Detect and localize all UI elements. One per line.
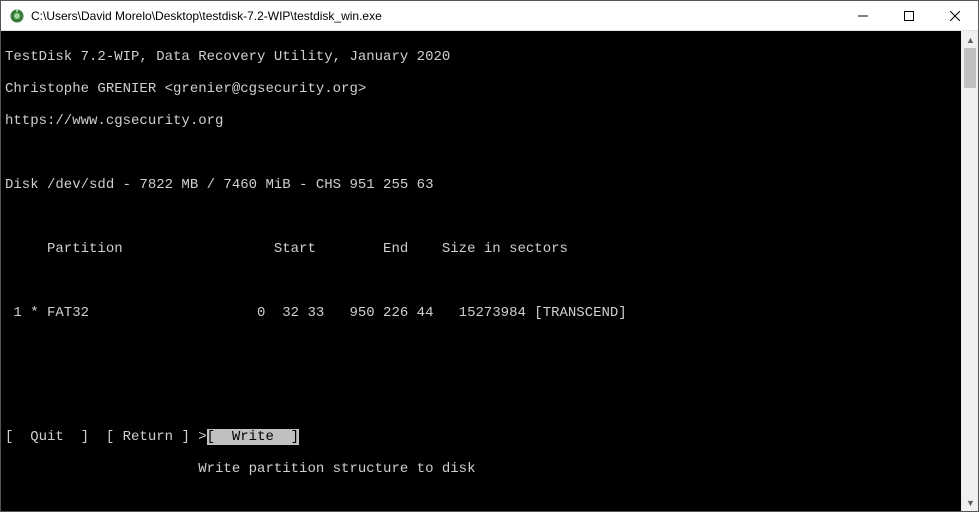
menu-write[interactable]: [ Write ] [207,429,299,445]
scroll-down-arrow[interactable]: ▼ [962,494,979,511]
scroll-up-arrow[interactable]: ▲ [962,31,979,48]
menu-quit[interactable]: [ Quit ] [5,429,89,445]
app-window: C:\Users\David Morelo\Desktop\testdisk-7… [0,0,979,512]
menu-row: [ Quit ] [ Return ] >[ Write ] [5,429,961,445]
app-icon [9,8,25,24]
terminal[interactable]: TestDisk 7.2-WIP, Data Recovery Utility,… [1,31,961,511]
close-button[interactable] [932,1,978,31]
vertical-scrollbar[interactable]: ▲ ▼ [961,31,978,511]
hint-line: Write partition structure to disk [5,461,961,477]
client-area: TestDisk 7.2-WIP, Data Recovery Utility,… [1,31,978,511]
titlebar: C:\Users\David Morelo\Desktop\testdisk-7… [1,1,978,31]
partition-row: 1 * FAT32 0 32 33 950 226 44 15273984 [T… [5,305,961,321]
scroll-thumb[interactable] [964,48,976,88]
disk-line: Disk /dev/sdd - 7822 MB / 7460 MiB - CHS… [5,177,961,193]
menu-selection-marker: > [198,429,206,445]
menu-return[interactable]: [ Return ] [106,429,190,445]
window-title: C:\Users\David Morelo\Desktop\testdisk-7… [31,9,382,23]
header-line-1: TestDisk 7.2-WIP, Data Recovery Utility,… [5,49,961,65]
header-line-2: Christophe GRENIER <grenier@cgsecurity.o… [5,81,961,97]
columns-header: Partition Start End Size in sectors [5,241,961,257]
header-line-3: https://www.cgsecurity.org [5,113,961,129]
maximize-button[interactable] [886,1,932,31]
minimize-button[interactable] [840,1,886,31]
bottom-menu-area: [ Quit ] [ Return ] >[ Write ] Write par… [5,413,961,509]
